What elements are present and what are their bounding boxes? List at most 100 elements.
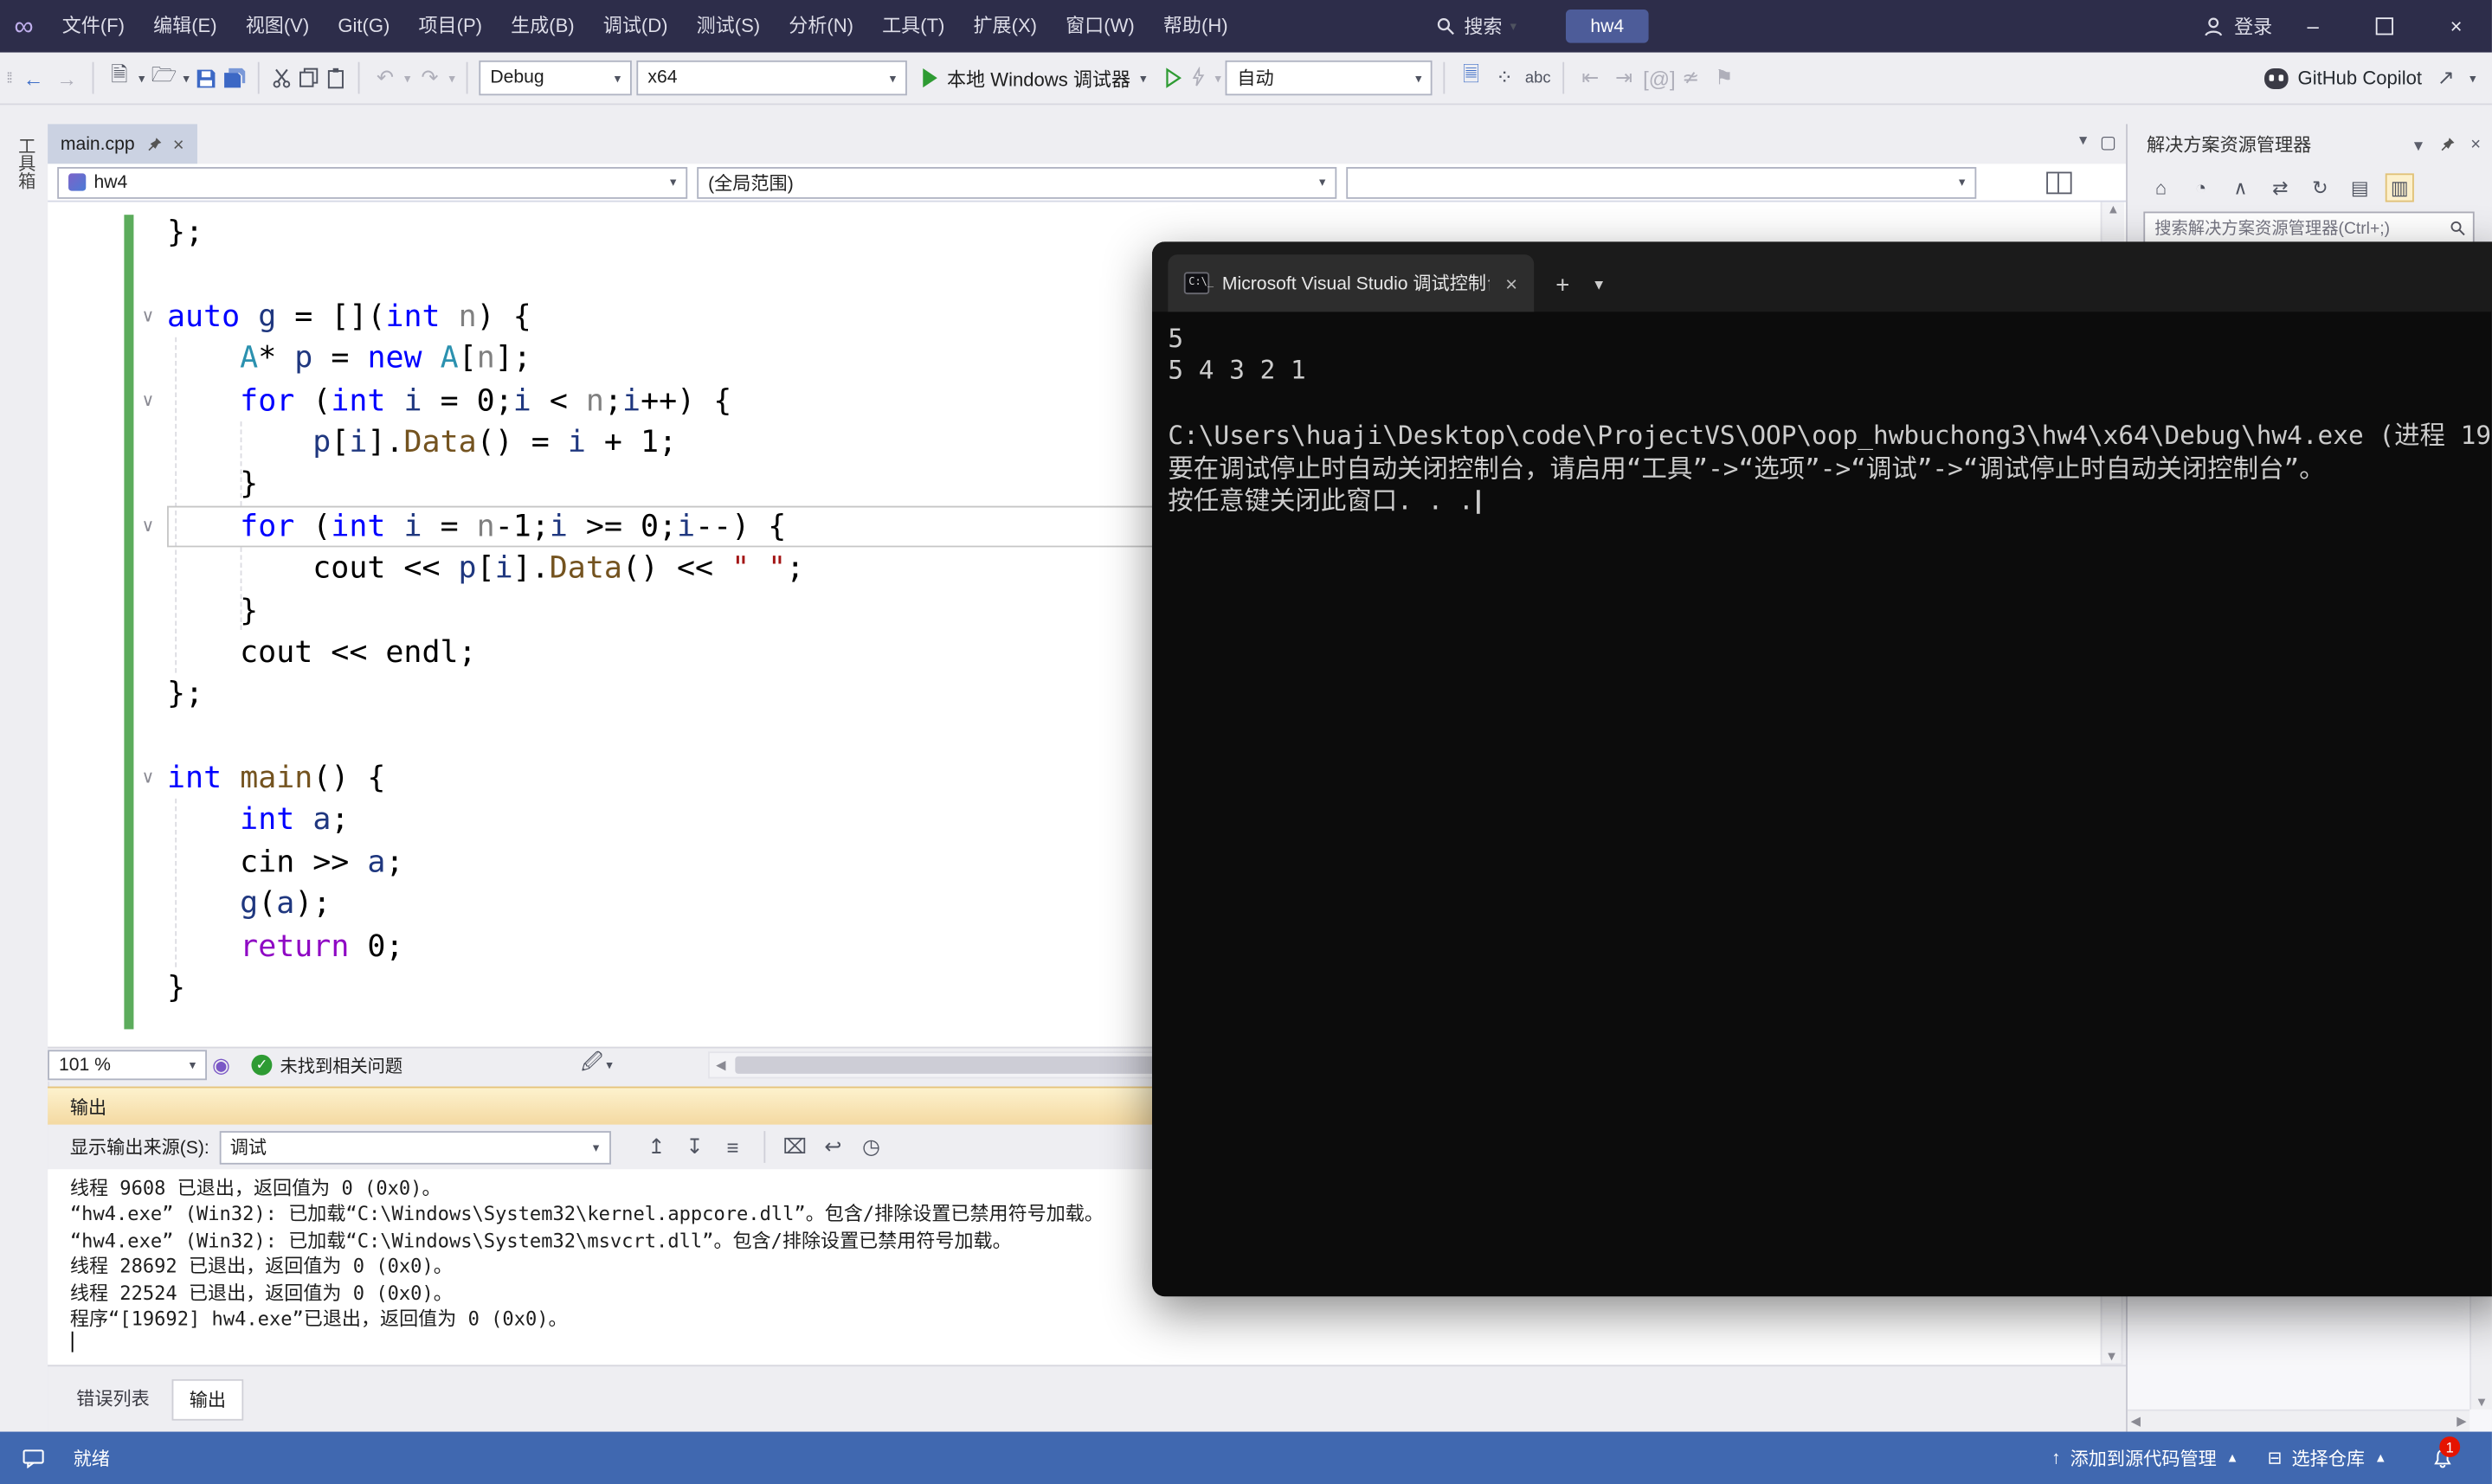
console-output[interactable]: 55 4 3 2 1 C:\Users\huaji\Desktop\code\P…: [1152, 312, 2492, 529]
search-control[interactable]: 搜索 ▾: [1435, 0, 1516, 53]
console-titlebar[interactable]: C:\_ Microsoft Visual Studio 调试控制台 × + ▼: [1152, 241, 2492, 312]
menu-item[interactable]: 扩展(X): [959, 0, 1052, 53]
fold-collapse-icon[interactable]: ∨: [133, 757, 162, 800]
menu-item[interactable]: 编辑(E): [139, 0, 232, 53]
pin-icon[interactable]: [146, 136, 162, 151]
sign-in-button[interactable]: 登录: [2202, 0, 2272, 53]
new-file-icon[interactable]: 🗎: [105, 61, 133, 95]
spell-check-icon[interactable]: abc: [1523, 69, 1552, 87]
open-file-icon[interactable]: 🗁: [150, 61, 178, 95]
console-tab-close-icon[interactable]: ×: [1505, 271, 1517, 295]
menu-item[interactable]: 窗口(W): [1052, 0, 1149, 53]
search-input[interactable]: hw4: [1566, 10, 1649, 43]
output-source-select[interactable]: 调试 ▾: [219, 1130, 610, 1164]
tab-output[interactable]: 输出: [172, 1379, 244, 1421]
paste-icon[interactable]: [325, 67, 347, 89]
start-without-debugging-icon[interactable]: [1162, 67, 1185, 89]
chevron-down-icon[interactable]: ▾: [183, 71, 189, 86]
watch-mode-select[interactable]: 自动▾: [1226, 61, 1433, 95]
member-select[interactable]: ▾: [1346, 166, 1976, 198]
scroll-down-icon[interactable]: ▼: [2105, 1349, 2118, 1364]
word-wrap-icon[interactable]: ↩: [819, 1134, 847, 1160]
close-panel-icon[interactable]: ×: [2470, 135, 2481, 154]
tab-main-cpp[interactable]: main.cpp ×: [48, 124, 196, 164]
menu-item[interactable]: 帮助(H): [1149, 0, 1242, 53]
save-icon[interactable]: [194, 66, 218, 90]
tab-error-list[interactable]: 错误列表: [61, 1379, 165, 1417]
minimize-button[interactable]: –: [2277, 0, 2349, 53]
toolbox-tab[interactable]: 工具箱: [13, 137, 38, 190]
menu-item[interactable]: 文件(F): [48, 0, 138, 53]
sync-with-active-document-icon[interactable]: ⇄: [2266, 173, 2295, 202]
previous-message-icon[interactable]: ↥: [642, 1134, 671, 1160]
navigate-backward-icon[interactable]: ←: [19, 66, 48, 90]
scope-select[interactable]: (全局范围) ▾: [697, 166, 1336, 198]
menu-item[interactable]: 生成(B): [497, 0, 589, 53]
console-tab[interactable]: C:\_ Microsoft Visual Studio 调试控制台 ×: [1168, 254, 1533, 312]
debug-console-window[interactable]: C:\_ Microsoft Visual Studio 调试控制台 × + ▼…: [1152, 241, 2492, 1296]
split-editor-icon[interactable]: [2046, 171, 2071, 194]
solution-platform-select[interactable]: x64▾: [637, 61, 908, 95]
notifications-button[interactable]: 1: [2416, 1432, 2470, 1484]
menu-item[interactable]: 项目(P): [404, 0, 497, 53]
fold-collapse-icon[interactable]: ∨: [133, 505, 162, 548]
next-message-icon[interactable]: ↧: [680, 1134, 709, 1160]
code-cleanup-icon[interactable]: 🖉: [577, 1048, 606, 1082]
toolbar-grip[interactable]: ⁞⁞: [6, 70, 11, 86]
select-repository-button[interactable]: ⊟ 选择仓库 ▲: [2267, 1445, 2386, 1470]
new-tab-icon[interactable]: +: [1555, 272, 1569, 299]
refresh-icon[interactable]: ↻: [2306, 173, 2334, 202]
menu-item[interactable]: 测试(S): [682, 0, 775, 53]
menu-item[interactable]: 调试(D): [589, 0, 682, 53]
show-all-files-icon[interactable]: ▤: [2346, 173, 2374, 202]
bookmark-icon[interactable]: ⚑: [1710, 65, 1738, 90]
github-copilot-button[interactable]: GitHub Copilot ↗ ▾: [2264, 65, 2492, 90]
chevron-down-icon[interactable]: ▾: [1510, 19, 1516, 34]
start-debugging-button[interactable]: 本地 Windows 调试器 ▾: [912, 57, 1158, 99]
preview-selected-items-icon[interactable]: ▥: [2386, 173, 2414, 202]
hot-reload-icon[interactable]: [1189, 67, 1210, 89]
indent-icon[interactable]: ⇥: [1609, 65, 1638, 90]
health-check-icon[interactable]: ✓: [251, 1055, 272, 1076]
tab-list-icon[interactable]: ▾: [2079, 132, 2087, 153]
project-select[interactable]: hw4 ▾: [57, 166, 687, 198]
uncomment-icon[interactable]: ≄: [1677, 65, 1705, 90]
copy-icon[interactable]: [298, 67, 320, 89]
scroll-right-icon[interactable]: ▶: [2457, 1414, 2466, 1429]
clear-all-icon[interactable]: ⌧: [781, 1134, 809, 1160]
fold-collapse-icon[interactable]: ∨: [133, 296, 162, 338]
find-in-files-icon[interactable]: 🗏: [1457, 61, 1485, 95]
collapse-all-icon[interactable]: ∧: [2226, 173, 2255, 202]
tab-close-icon[interactable]: ×: [173, 133, 184, 156]
add-to-source-control-button[interactable]: ↑ 添加到源代码管理 ▲: [2051, 1445, 2238, 1470]
scroll-left-icon[interactable]: ◀: [710, 1058, 732, 1073]
feedback-button[interactable]: [23, 1449, 45, 1468]
zoom-select[interactable]: 101 % ▾: [48, 1050, 207, 1080]
chevron-down-icon[interactable]: ▾: [138, 71, 145, 86]
fold-collapse-icon[interactable]: ∨: [133, 380, 162, 422]
pending-changes-filter-icon[interactable]: ◔: [2186, 173, 2215, 202]
close-button[interactable]: ×: [2420, 0, 2492, 53]
chevron-down-icon[interactable]: ▾: [2414, 134, 2423, 155]
solution-explorer-search-input[interactable]: 搜索解决方案资源管理器(Ctrl+;): [2143, 212, 2474, 246]
scroll-left-icon[interactable]: ◀: [2131, 1414, 2141, 1429]
solution-configuration-select[interactable]: Debug▾: [480, 61, 632, 95]
pin-icon[interactable]: [2438, 137, 2454, 152]
chevron-down-icon[interactable]: ▾: [2469, 71, 2476, 86]
redo-icon[interactable]: ↷: [415, 65, 444, 90]
share-icon[interactable]: ↗: [2431, 65, 2460, 90]
navigate-forward-icon[interactable]: →: [53, 66, 81, 90]
tab-dropdown-icon[interactable]: ▼: [1592, 277, 1606, 292]
show-whitespace-icon[interactable]: ⁘: [1491, 65, 1519, 90]
menu-item[interactable]: 分析(N): [775, 0, 868, 53]
solution-explorer-titlebar[interactable]: 解决方案资源管理器 ▾ ×: [2128, 127, 2492, 162]
restore-button[interactable]: [2348, 0, 2420, 53]
switch-views-icon[interactable]: ⌂: [2147, 173, 2175, 202]
timestamp-icon[interactable]: ◷: [857, 1134, 885, 1160]
comment-icon[interactable]: [@]: [1643, 66, 1671, 90]
float-window-icon[interactable]: ▢: [2100, 132, 2116, 153]
menu-item[interactable]: Git(G): [324, 0, 404, 53]
menu-item[interactable]: 工具(T): [868, 0, 959, 53]
save-all-icon[interactable]: [222, 66, 247, 90]
scroll-down-icon[interactable]: ▼: [2476, 1395, 2489, 1410]
